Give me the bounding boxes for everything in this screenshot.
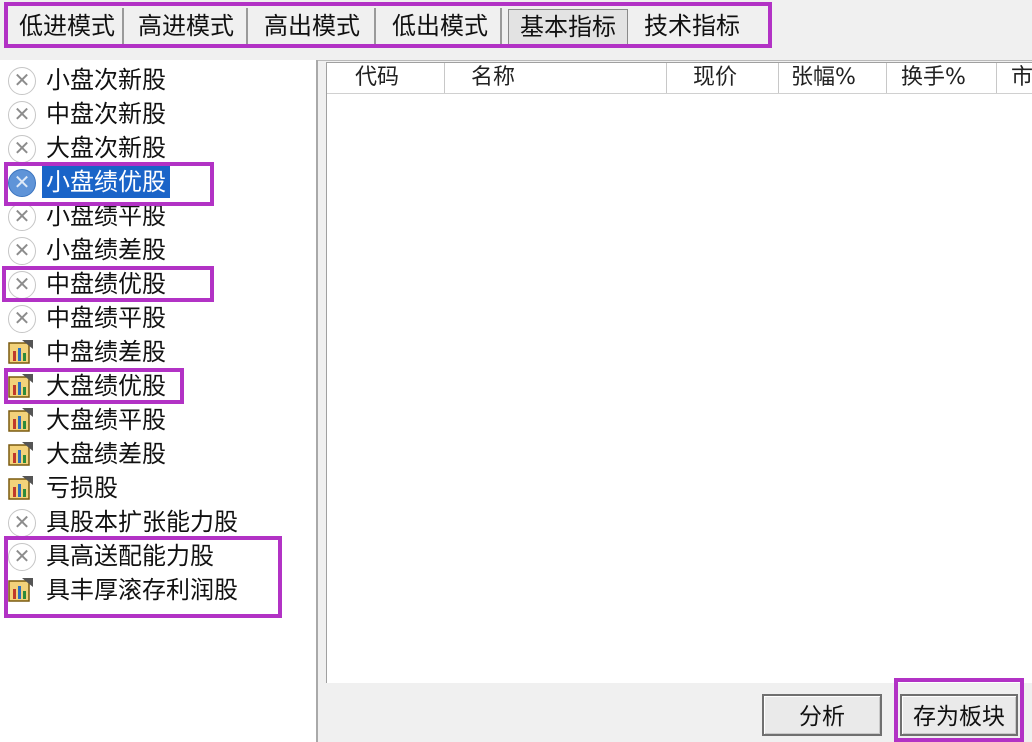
x-circle-icon: ✕ [8, 237, 36, 265]
x-circle-icon: ✕ [8, 509, 36, 537]
tree-item-small-cap-poor[interactable]: ✕ 小盘绩差股 [8, 234, 308, 266]
x-circle-icon: ✕ [8, 101, 36, 129]
save-as-block-button[interactable]: 存为板块 [900, 694, 1018, 736]
x-circle-icon: ✕ [8, 169, 36, 197]
column-header-name[interactable]: 名称 [445, 63, 667, 93]
analyze-button[interactable]: 分析 [762, 694, 882, 736]
tree-item-high-bonus-capacity[interactable]: ✕ 具高送配能力股 [8, 540, 308, 572]
tree-item-large-cap-poor[interactable]: 大盘绩差股 [8, 438, 308, 470]
category-tree[interactable]: ✕ 小盘次新股 ✕ 中盘次新股 ✕ 大盘次新股 ✕ 小盘绩优股 ✕ 小盘绩平股 … [0, 60, 318, 742]
chart-doc-icon [8, 374, 33, 398]
x-circle-icon: ✕ [8, 305, 36, 333]
stock-list-panel[interactable]: 代码 名称 现价 张幅% 换手% 市 [326, 62, 1032, 683]
chart-doc-icon [8, 578, 33, 602]
tree-item-mid-cap-sub-new[interactable]: ✕ 中盘次新股 [8, 98, 308, 130]
chart-doc-icon [8, 476, 33, 500]
tree-item-small-cap-blue-chip[interactable]: ✕ 小盘绩优股 [8, 166, 308, 198]
mode-tab-bar: 低进模式 高进模式 高出模式 低出模式 基本指标 技术指标 [0, 0, 1032, 61]
column-header-code[interactable]: 代码 [327, 63, 445, 93]
tree-item-mid-cap-poor[interactable]: 中盘绩差股 [8, 336, 308, 368]
tree-item-capital-expansion[interactable]: ✕ 具股本扩张能力股 [8, 506, 308, 538]
tree-item-small-cap-average[interactable]: ✕ 小盘绩平股 [8, 200, 308, 232]
x-circle-icon: ✕ [8, 543, 36, 571]
x-circle-icon: ✕ [8, 67, 36, 95]
tree-item-mid-cap-average[interactable]: ✕ 中盘绩平股 [8, 302, 308, 334]
column-header-market[interactable]: 市 [997, 63, 1032, 93]
tree-item-large-cap-average[interactable]: 大盘绩平股 [8, 404, 308, 436]
stock-list-header: 代码 名称 现价 张幅% 换手% 市 [327, 63, 1032, 94]
tab-low-entry[interactable]: 低进模式 [12, 8, 124, 44]
x-circle-icon: ✕ [8, 203, 36, 231]
tab-technical-indicators[interactable]: 技术指标 [632, 8, 752, 44]
tree-item-mid-cap-blue-chip[interactable]: ✕ 中盘绩优股 [8, 268, 308, 300]
x-circle-icon: ✕ [8, 135, 36, 163]
tree-item-small-cap-sub-new[interactable]: ✕ 小盘次新股 [8, 64, 308, 96]
tab-high-exit[interactable]: 高出模式 [250, 8, 376, 44]
tree-item-retained-profit[interactable]: 具丰厚滚存利润股 [8, 574, 308, 606]
tab-basic-indicators[interactable]: 基本指标 [508, 9, 628, 45]
column-header-price[interactable]: 现价 [667, 63, 779, 93]
x-circle-icon: ✕ [8, 271, 36, 299]
tree-item-large-cap-blue-chip[interactable]: 大盘绩优股 [8, 370, 308, 402]
chart-doc-icon [8, 442, 33, 466]
chart-doc-icon [8, 408, 33, 432]
column-header-turnover-pct[interactable]: 换手% [887, 63, 997, 93]
tree-item-loss-making[interactable]: 亏损股 [8, 472, 308, 504]
tab-high-entry[interactable]: 高进模式 [126, 8, 248, 44]
chart-doc-icon [8, 340, 33, 364]
tab-low-exit[interactable]: 低出模式 [380, 8, 502, 44]
tree-item-large-cap-sub-new[interactable]: ✕ 大盘次新股 [8, 132, 308, 164]
column-header-change-pct[interactable]: 张幅% [779, 63, 887, 93]
